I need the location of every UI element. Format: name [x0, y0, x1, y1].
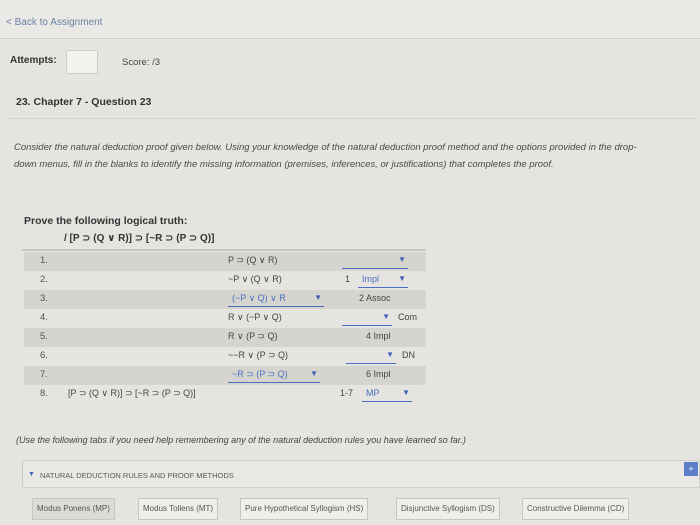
- tab-constructive-dilemma[interactable]: Constructive Dilemma (CD): [522, 498, 630, 520]
- score-label: Score: /3: [122, 57, 161, 68]
- justification: 2 Assoc: [359, 293, 391, 303]
- justification-rule: Com: [398, 312, 418, 322]
- help-note: (Use the following tabs if you need help…: [16, 435, 466, 445]
- back-to-assignment-link[interactable]: < Back to Assignment: [6, 17, 102, 28]
- divider: [8, 118, 698, 119]
- tab-modus-ponens[interactable]: Modus Ponens (MP): [32, 498, 115, 520]
- chevron-down-icon: ▼: [382, 312, 390, 321]
- expand-plus-icon[interactable]: +: [684, 462, 698, 476]
- chevron-down-icon: ▼: [386, 350, 394, 359]
- statement: R ∨ (~P ∨ Q): [228, 312, 282, 322]
- chevron-down-icon: ▼: [398, 274, 406, 283]
- statement: P ⊃ (Q ∨ R): [228, 255, 278, 265]
- line-number: 4.: [40, 312, 48, 323]
- statement: [P ⊃ (Q ∨ R)] ⊃ [~R ⊃ (P ⊃ Q)]: [68, 388, 196, 398]
- attempts-label: Attempts:: [10, 55, 57, 66]
- dropdown-value: Impl: [362, 274, 380, 284]
- line-number: 8.: [40, 388, 48, 399]
- dropdown-value: ~R ⊃ (P ⊃ Q): [232, 369, 288, 379]
- proof-row-1: 1. P ⊃ (Q ∨ R) ▼: [24, 252, 426, 271]
- chevron-down-icon: ▼: [314, 293, 322, 302]
- attempts-box: [66, 50, 98, 74]
- proof-row-8: 8. [P ⊃ (Q ∨ R)] ⊃ [~R ⊃ (P ⊃ Q)] 1-7 MP…: [24, 385, 426, 404]
- justification-rule: DN: [402, 350, 415, 360]
- line-number: 1.: [40, 255, 48, 266]
- top-bar: [0, 0, 700, 39]
- dropdown-value: MP: [366, 388, 380, 398]
- justification-dropdown-1[interactable]: ▼: [342, 253, 408, 269]
- justification-dropdown-4[interactable]: ▼: [342, 310, 392, 326]
- proof-row-3: 3. (~P ∨ Q) ∨ R ▼ 2 Assoc: [24, 290, 426, 309]
- proof-row-4: 4. R ∨ (~P ∨ Q) ▼ Com: [24, 309, 426, 328]
- question-title: 23. Chapter 7 - Question 23: [16, 96, 152, 108]
- statement-dropdown-3[interactable]: (~P ∨ Q) ∨ R ▼: [228, 291, 324, 307]
- statement: ~~R ∨ (P ⊃ Q): [228, 350, 288, 360]
- justification-line-ref: 1: [345, 274, 351, 284]
- instructions-line-2: down menus, fill in the blanks to identi…: [14, 159, 554, 170]
- tab-hypothetical-syllogism[interactable]: Pure Hypothetical Syllogism (HS): [240, 498, 369, 520]
- instructions-line-1: Consider the natural deduction proof giv…: [14, 142, 637, 153]
- proof-row-5: 5. R ∨ (P ⊃ Q) 4 Impl: [24, 328, 426, 347]
- line-number: 3.: [40, 293, 48, 304]
- justification-line-ref: 1-7: [340, 388, 354, 398]
- proof-row-2: 2. ~P ∨ (Q ∨ R) 1 Impl ▼: [24, 271, 426, 290]
- prove-label: Prove the following logical truth:: [24, 215, 188, 227]
- justification-dropdown-2[interactable]: Impl ▼: [358, 272, 408, 288]
- dropdown-value: (~P ∨ Q) ∨ R: [232, 293, 286, 303]
- tab-disjunctive-syllogism[interactable]: Disjunctive Syllogism (DS): [396, 498, 500, 520]
- statement: ~P ∨ (Q ∨ R): [228, 274, 282, 284]
- line-number: 7.: [40, 369, 48, 380]
- table-top-rule: [22, 249, 426, 251]
- line-number: 6.: [40, 350, 48, 361]
- proof-row-7: 7. ~R ⊃ (P ⊃ Q) ▼ 6 Impl: [24, 366, 426, 385]
- justification: 4 Impl: [366, 331, 391, 341]
- line-number: 5.: [40, 331, 48, 342]
- justification: 6 Impl: [366, 369, 391, 379]
- line-number: 2.: [40, 274, 48, 285]
- chevron-down-icon: ▼: [398, 255, 406, 264]
- chevron-down-icon[interactable]: ▼: [28, 471, 35, 478]
- chevron-down-icon: ▼: [402, 388, 410, 397]
- instructions-text: Consider the natural deduction proof giv…: [14, 139, 694, 173]
- statement: R ∨ (P ⊃ Q): [228, 331, 278, 341]
- chevron-down-icon: ▼: [310, 369, 318, 378]
- proof-row-6: 6. ~~R ∨ (P ⊃ Q) ▼ DN: [24, 347, 426, 366]
- justification-dropdown-6[interactable]: ▼: [346, 348, 396, 364]
- tab-modus-tollens[interactable]: Modus Tollens (MT): [138, 498, 219, 520]
- accordion-label[interactable]: NATURAL DEDUCTION RULES AND PROOF METHOD…: [40, 471, 234, 480]
- prove-formula: / [P ⊃ (Q ∨ R)] ⊃ [~R ⊃ (P ⊃ Q)]: [64, 233, 215, 244]
- justification-dropdown-8[interactable]: MP ▼: [362, 386, 412, 402]
- statement-dropdown-7[interactable]: ~R ⊃ (P ⊃ Q) ▼: [228, 367, 320, 383]
